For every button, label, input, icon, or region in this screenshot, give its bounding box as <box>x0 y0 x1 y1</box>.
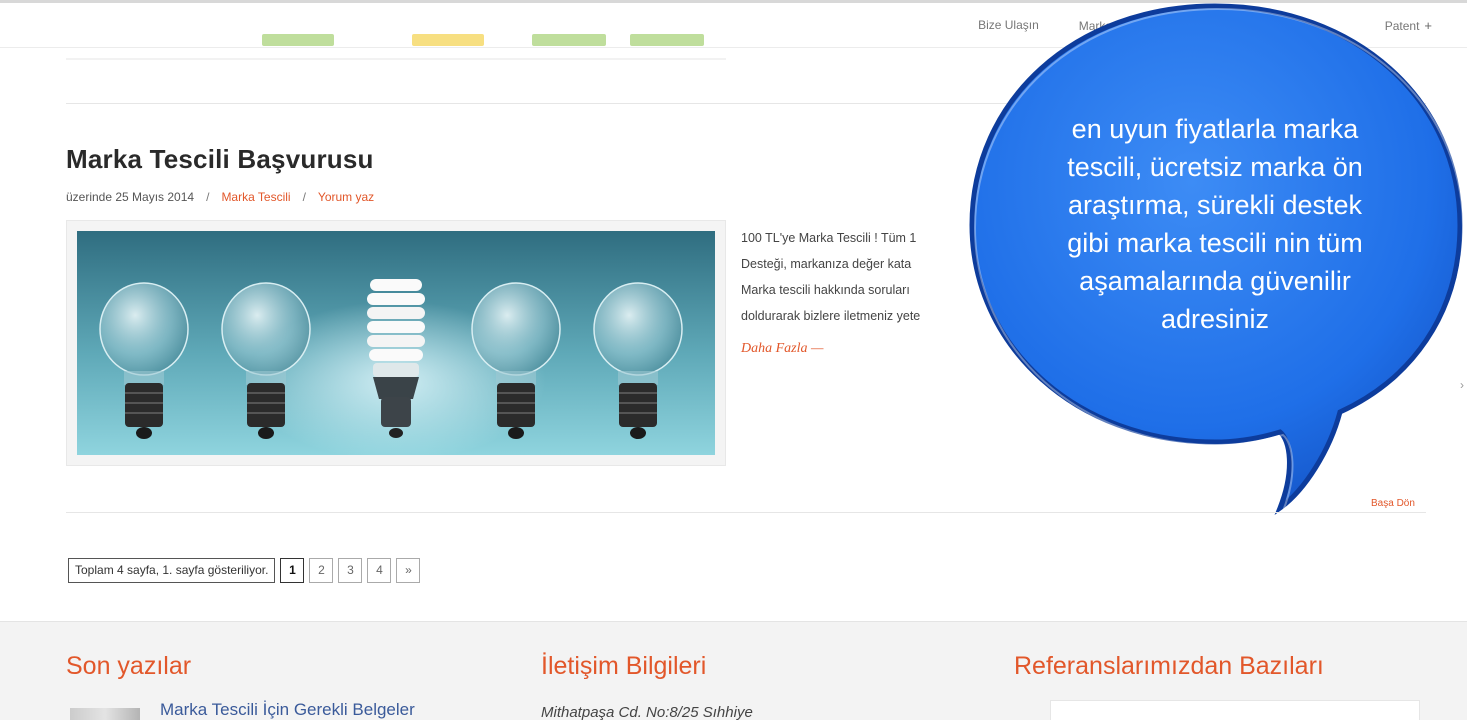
post-title[interactable]: Marka Tescili Başvurusu <box>66 144 374 175</box>
back-to-top-link[interactable]: Başa Dön <box>1371 498 1415 509</box>
share-button-green-3[interactable] <box>630 34 704 46</box>
footer: Son yazılar Marka Tescili İçin Gerekli B… <box>0 621 1467 720</box>
edge-arrow-icon[interactable]: › <box>1460 378 1464 392</box>
references-box <box>1050 700 1420 720</box>
bubble-line: araştırma, sürekli destek <box>1067 190 1363 220</box>
page-1-button[interactable]: 1 <box>280 558 305 583</box>
bubble-line: tescili, ücretsiz marka ön <box>1067 152 1363 182</box>
bubble-line: gibi marka tescili nin tüm <box>1067 228 1363 258</box>
recent-post-thumbnail[interactable] <box>70 708 140 720</box>
meta-slash: / <box>206 190 210 204</box>
references-title: Referanslarımızdan Bazıları <box>1014 652 1324 680</box>
post-date: üzerinde 25 Mayıs 2014 <box>66 190 195 204</box>
read-more-link[interactable]: Daha Fazla — <box>741 341 823 357</box>
page-4-button[interactable]: 4 <box>367 558 392 583</box>
share-button-green[interactable] <box>262 34 334 46</box>
recent-post-link[interactable]: Marka Tescili İçin Gerekli Belgeler <box>160 700 415 720</box>
share-button-yellow[interactable] <box>412 34 484 46</box>
pagination-info: Toplam 4 sayfa, 1. sayfa gösteriliyor. <box>68 558 276 583</box>
meta-slash: / <box>302 190 306 204</box>
post-thumbnail[interactable] <box>66 220 726 466</box>
contact-info-title: İletişim Bilgileri <box>541 652 707 680</box>
bubble-line: en uyun fiyatlarla marka <box>1071 114 1359 144</box>
contact-address: Mithatpaşa Cd. No:8/25 Sıhhiye <box>541 704 753 720</box>
post-category-link[interactable]: Marka Tescili <box>221 190 290 204</box>
previous-post-share-strip <box>66 20 726 60</box>
page-2-button[interactable]: 2 <box>309 558 334 583</box>
recent-posts-title: Son yazılar <box>66 652 192 680</box>
separator-bottom <box>66 512 1426 513</box>
pagination: Toplam 4 sayfa, 1. sayfa gösteriliyor. 1… <box>68 558 421 583</box>
comment-link[interactable]: Yorum yaz <box>318 190 374 204</box>
lightbulbs-image <box>77 231 715 455</box>
bubble-line: adresiniz <box>1160 304 1270 334</box>
next-page-button[interactable]: » <box>396 558 421 583</box>
bubble-line: aşamalarında güvenilir <box>1079 266 1351 296</box>
bubble-message: en uyun fiyatlarla marka tescili, ücrets… <box>1020 110 1410 338</box>
post-meta: üzerinde 25 Mayıs 2014 / Marka Tescili / Yor… <box>66 190 374 204</box>
share-button-green-2[interactable] <box>532 34 606 46</box>
page-3-button[interactable]: 3 <box>338 558 363 583</box>
